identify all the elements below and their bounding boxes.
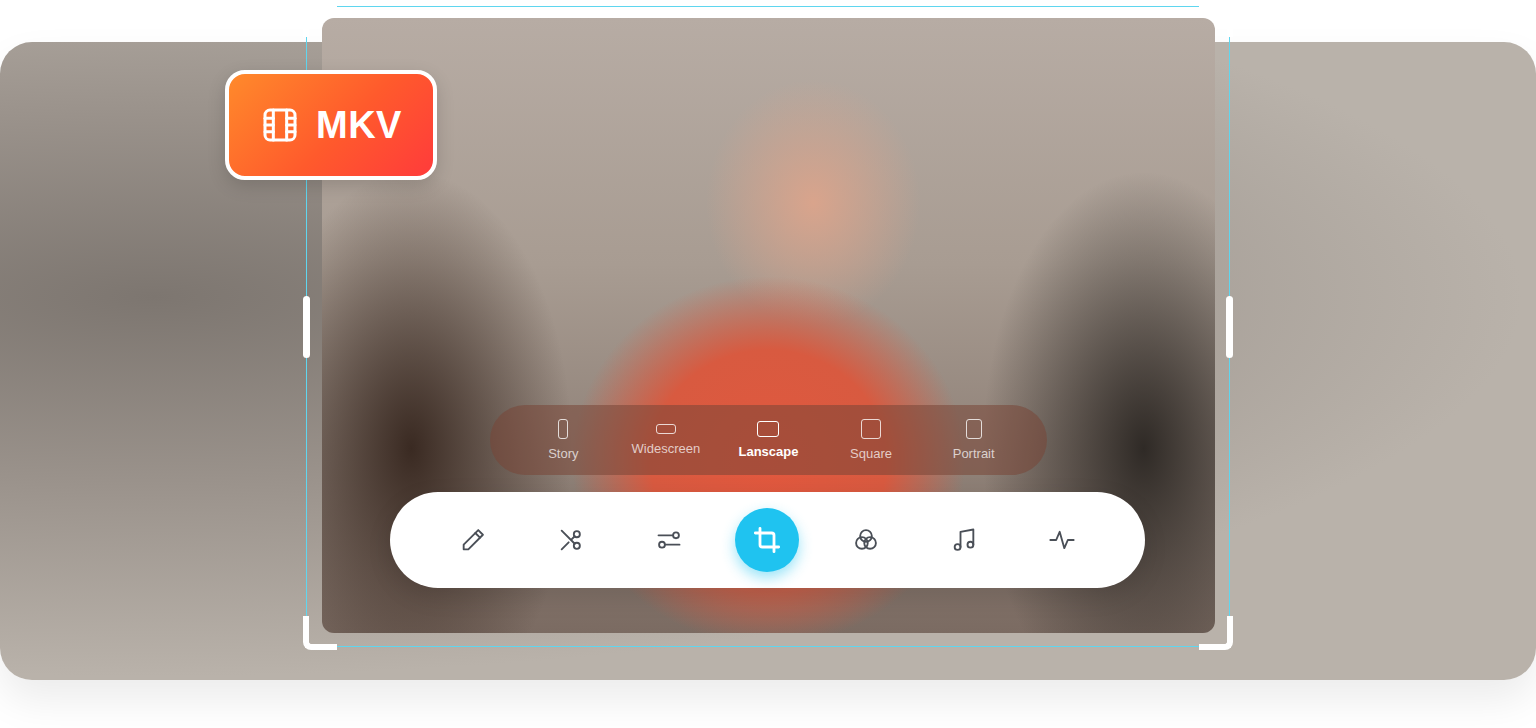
aspect-ratio-bar: Story Widescreen Lanscape Square Portrait: [490, 405, 1047, 475]
crop-tool-button[interactable]: [735, 508, 799, 572]
filter-tool-button[interactable]: [834, 508, 898, 572]
crop-corner-handle[interactable]: [1199, 3, 1233, 37]
aspect-ratio-icon: [656, 424, 676, 434]
aspect-ratio-option[interactable]: Widescreen: [615, 424, 718, 457]
crop-corner-handle[interactable]: [303, 616, 337, 650]
tool-slot: [819, 505, 913, 575]
aspect-ratio-icon: [861, 419, 881, 439]
aspect-ratio-option[interactable]: Portrait: [922, 419, 1025, 462]
aspect-ratio-label: Portrait: [953, 446, 995, 462]
aspect-ratio-icon: [757, 421, 779, 437]
adjust-tool-button[interactable]: [637, 508, 701, 572]
tool-slot: [1015, 505, 1109, 575]
crop-side-handle[interactable]: [1226, 296, 1233, 358]
aspect-ratio-option[interactable]: Lanscape: [717, 421, 820, 460]
tool-slot: [720, 505, 814, 575]
pencil-icon: [459, 526, 487, 554]
edit-tool-button[interactable]: [441, 508, 505, 572]
waveform-icon: [1048, 526, 1076, 554]
aspect-ratio-option[interactable]: Story: [512, 419, 615, 462]
format-badge: MKV: [225, 70, 437, 180]
tool-bar: [390, 492, 1145, 588]
effects-tool-button[interactable]: [1030, 508, 1094, 572]
color-filter-icon: [852, 526, 880, 554]
aspect-ratio-label: Square: [850, 446, 892, 462]
tool-slot: [426, 505, 520, 575]
aspect-ratio-option[interactable]: Square: [820, 419, 923, 462]
aspect-ratio-icon: [558, 419, 568, 439]
aspect-ratio-icon: [966, 419, 982, 439]
tool-slot: [524, 505, 618, 575]
tool-slot: [917, 505, 1011, 575]
format-label: MKV: [316, 106, 402, 144]
aspect-ratio-label: Lanscape: [738, 444, 798, 460]
crop-side-handle[interactable]: [303, 296, 310, 358]
trim-icon: [557, 526, 585, 554]
music-tool-button[interactable]: [932, 508, 996, 572]
crop-corner-handle[interactable]: [303, 3, 337, 37]
music-note-icon: [950, 526, 978, 554]
trim-tool-button[interactable]: [539, 508, 603, 572]
crop-corner-handle[interactable]: [1199, 616, 1233, 650]
crop-icon: [753, 526, 781, 554]
tool-slot: [622, 505, 716, 575]
film-icon: [260, 105, 300, 145]
editor-canvas: MKV Story Widescreen Lanscape Square Portrai…: [0, 0, 1536, 728]
aspect-ratio-label: Widescreen: [632, 441, 701, 457]
sliders-icon: [655, 526, 683, 554]
aspect-ratio-label: Story: [548, 446, 578, 462]
